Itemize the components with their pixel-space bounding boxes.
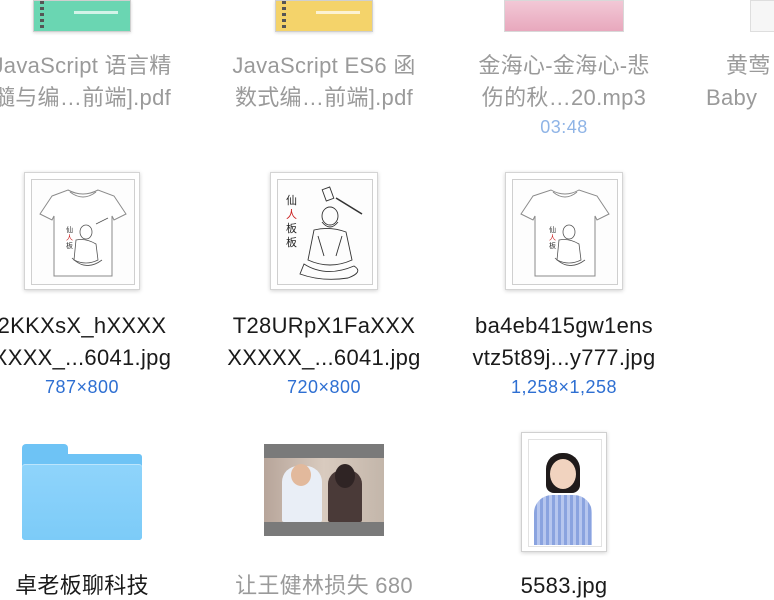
portrait-photo-thumbnail	[521, 432, 607, 552]
file-name: JavaScript 语言精 髓与编…前端].pdf	[0, 53, 172, 110]
file-name: 2KKXsX_hXXXX XXXX_...6041.jpg	[0, 313, 172, 370]
file-name: T28URpX1FaXXX XXXXX_...6041.jpg	[227, 313, 421, 370]
svg-text:人: 人	[66, 234, 73, 242]
svg-text:人: 人	[549, 234, 556, 242]
file-name: ba4eb415gw1ens vtz5t89j...y777.jpg	[472, 313, 656, 370]
svg-text:板: 板	[549, 241, 556, 250]
tshirt-image-thumbnail: 仙 人 板	[24, 172, 140, 290]
finder-icon-view: JavaScript 语言精 髓与编…前端].pdf JavaScript ES…	[0, 0, 774, 600]
image-dimensions: 720×800	[286, 377, 362, 397]
video-thumbnail	[264, 444, 384, 536]
pdf-thumbnail	[33, 0, 131, 32]
file-name: JavaScript ES6 函 数式编…前端].pdf	[232, 53, 416, 110]
illustration-image-thumbnail: 仙 人 板 板	[270, 172, 378, 290]
image-dimensions: 1,258×1,258	[510, 377, 618, 397]
audio-artwork-thumbnail	[504, 0, 624, 32]
file-name: 5583.jpg	[520, 573, 608, 598]
svg-text:板: 板	[66, 241, 73, 250]
svg-text:板: 板	[286, 221, 297, 235]
svg-text:板: 板	[286, 235, 297, 249]
svg-text:人: 人	[286, 208, 297, 221]
audio-duration: 03:48	[540, 117, 588, 137]
folder-name: 卓老板聊科技	[15, 573, 149, 598]
file-name: 黄莺 Baby	[706, 53, 771, 110]
tshirt-image-thumbnail: 仙 人 板	[505, 172, 623, 290]
svg-text:仙: 仙	[549, 225, 556, 234]
svg-text:仙: 仙	[286, 194, 297, 207]
image-dimensions: 787×800	[44, 377, 120, 397]
file-name: 让王健林损失 680	[235, 573, 413, 598]
file-name: 金海心-金海心-悲 伤的秋…20.mp3	[478, 53, 650, 110]
folder-icon	[22, 444, 142, 540]
file-thumbnail	[750, 0, 774, 32]
svg-text:仙: 仙	[66, 225, 73, 234]
pdf-thumbnail	[275, 0, 373, 32]
